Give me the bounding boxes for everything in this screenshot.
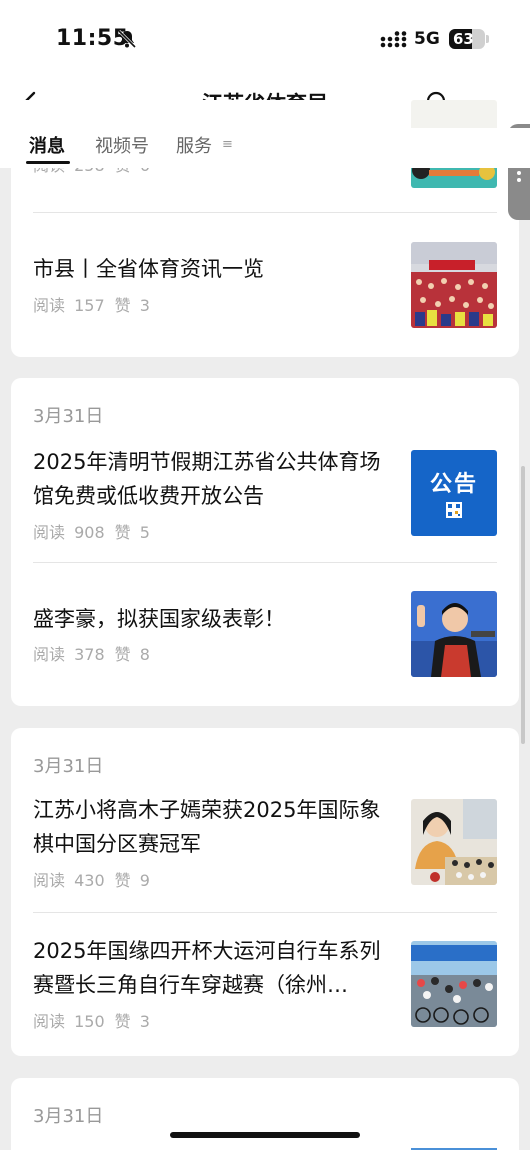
signal-dots-icon bbox=[380, 31, 407, 48]
battery-level: 63 bbox=[453, 30, 474, 48]
article-meta: 阅读 157 赞 3 bbox=[33, 292, 160, 316]
handle-dot bbox=[517, 178, 521, 182]
like-count: 赞 8 bbox=[114, 645, 150, 664]
date-header: 3月31日 bbox=[33, 406, 104, 427]
battery-tip bbox=[486, 35, 489, 43]
article-thumbnail[interactable] bbox=[411, 242, 497, 328]
like-count: 赞 5 bbox=[114, 523, 150, 542]
article-title[interactable]: 2025年清明节假期江苏省公共体育场馆免费或低收费开放公告 bbox=[33, 445, 391, 513]
read-count: 阅读 908 bbox=[33, 523, 105, 542]
tab-messages[interactable]: 消息 bbox=[29, 132, 65, 158]
read-count: 阅读 378 bbox=[33, 645, 105, 664]
scrollbar[interactable] bbox=[521, 466, 525, 744]
article-title[interactable]: 市县丨全省体育资讯一览 bbox=[33, 252, 391, 286]
qr-code-icon bbox=[446, 502, 462, 518]
handle-dot bbox=[517, 171, 521, 175]
article-thumbnail[interactable] bbox=[411, 799, 497, 885]
bell-muted-icon bbox=[117, 29, 137, 49]
announcement-thumbnail[interactable]: 公告 bbox=[411, 450, 497, 536]
announcement-label: 公告 bbox=[429, 472, 478, 497]
article-title[interactable]: 江苏小将高木子嫣荣获2025年国际象棋中国分区赛冠军 bbox=[33, 793, 391, 861]
list-item[interactable]: 市县丨全省体育资讯一览 阅读 157 赞 3 bbox=[11, 212, 519, 352]
list-item[interactable]: 江苏小将高木子嫣荣获2025年国际象棋中国分区赛冠军 阅读 430 赞 9 bbox=[11, 788, 519, 912]
article-title[interactable]: 盛李豪，拟获国家级表彰！ bbox=[33, 602, 391, 636]
article-thumbnail[interactable] bbox=[411, 591, 497, 677]
account-tabs: 消息 视频号 服务 ≡ bbox=[0, 128, 530, 168]
active-tab-indicator bbox=[26, 161, 70, 164]
article-title[interactable]: 2025年国缘四开杯大运河自行车系列赛暨长三角自行车穿越赛（徐州… bbox=[33, 934, 391, 1002]
list-item[interactable]: 盛李豪，拟获国家级表彰！ 阅读 378 赞 8 bbox=[11, 562, 519, 702]
list-item[interactable]: 2025年国缘四开杯大运河自行车系列赛暨长三角自行车穿越赛（徐州… 阅读 150… bbox=[11, 912, 519, 1052]
list-item[interactable]: 2025年清明节假期江苏省公共体育场馆免费或低收费开放公告 阅读 908 赞 5 … bbox=[11, 438, 519, 562]
like-count: 赞 3 bbox=[114, 296, 150, 315]
status-bar: 11:55 5G 63 bbox=[0, 0, 530, 78]
article-card: 3月31日 2025年清明节假期江苏省公共体育场馆免费或低收费开放公告 阅读 9… bbox=[11, 378, 519, 706]
battery-icon: 63 bbox=[449, 29, 485, 49]
article-meta: 阅读 430 赞 9 bbox=[33, 867, 160, 891]
article-meta: 阅读 378 赞 8 bbox=[33, 641, 160, 665]
menu-icon[interactable]: ≡ bbox=[222, 137, 233, 152]
article-meta: 阅读 150 赞 3 bbox=[33, 1008, 160, 1032]
read-count: 阅读 157 bbox=[33, 296, 105, 315]
home-indicator[interactable] bbox=[170, 1132, 360, 1138]
network-type: 5G bbox=[414, 29, 440, 49]
like-count: 赞 9 bbox=[114, 871, 150, 890]
date-header: 3月31日 bbox=[33, 1106, 104, 1127]
read-count: 阅读 150 bbox=[33, 1012, 105, 1031]
tab-channels[interactable]: 视频号 bbox=[95, 132, 149, 158]
article-thumbnail[interactable] bbox=[411, 941, 497, 1027]
article-card: 3月31日 bbox=[11, 1078, 519, 1150]
like-count: 赞 3 bbox=[114, 1012, 150, 1031]
article-card: 3月31日 江苏小将高木子嫣荣获2025年国际象棋中国分区赛冠军 阅读 430 赞… bbox=[11, 728, 519, 1056]
read-count: 阅读 430 bbox=[33, 871, 105, 890]
date-header: 3月31日 bbox=[33, 756, 104, 777]
article-meta: 阅读 908 赞 5 bbox=[33, 519, 160, 543]
tab-services[interactable]: 服务 bbox=[176, 132, 212, 158]
